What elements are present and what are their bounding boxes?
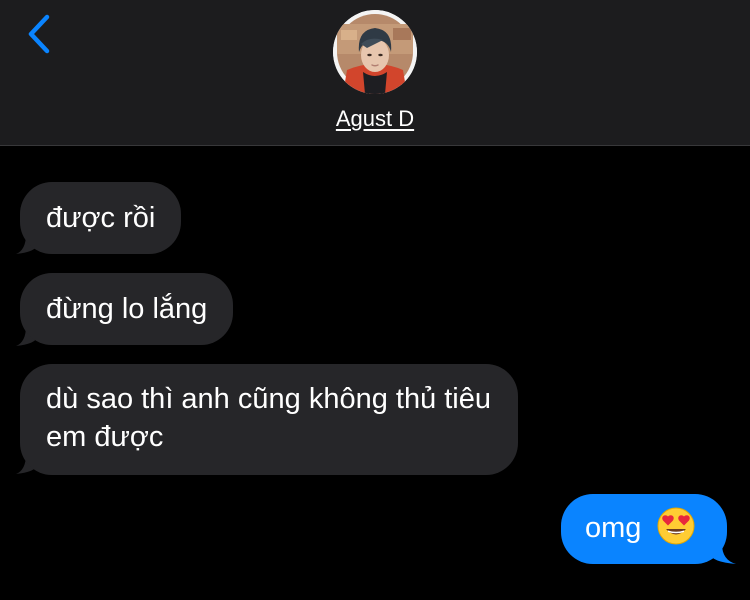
conversation-screen: Agust D được rồi đừng lo lắng dù sao thì…: [0, 0, 750, 600]
message-text: đừng lo lắng: [46, 293, 208, 325]
incoming-message-bubble[interactable]: dù sao thì anh cũng không thủ tiêu em đư…: [20, 364, 518, 475]
back-button[interactable]: [18, 10, 60, 58]
heart-eyes-emoji: [657, 507, 695, 545]
incoming-message-bubble[interactable]: đừng lo lắng: [20, 273, 234, 345]
contact-name[interactable]: Agust D: [0, 106, 750, 132]
incoming-message-bubble[interactable]: được rồi: [20, 182, 182, 254]
contact-photo: [333, 10, 417, 94]
outgoing-message-bubble[interactable]: omg: [561, 494, 727, 564]
message-text: dù sao thì anh cũng không thủ tiêu em đư…: [46, 383, 492, 453]
message-text: được rồi: [46, 202, 156, 234]
message-text: omg: [585, 512, 642, 544]
conversation-header: Agust D: [0, 0, 750, 146]
contact-avatar[interactable]: [333, 10, 417, 94]
chevron-left-icon: [28, 14, 50, 54]
